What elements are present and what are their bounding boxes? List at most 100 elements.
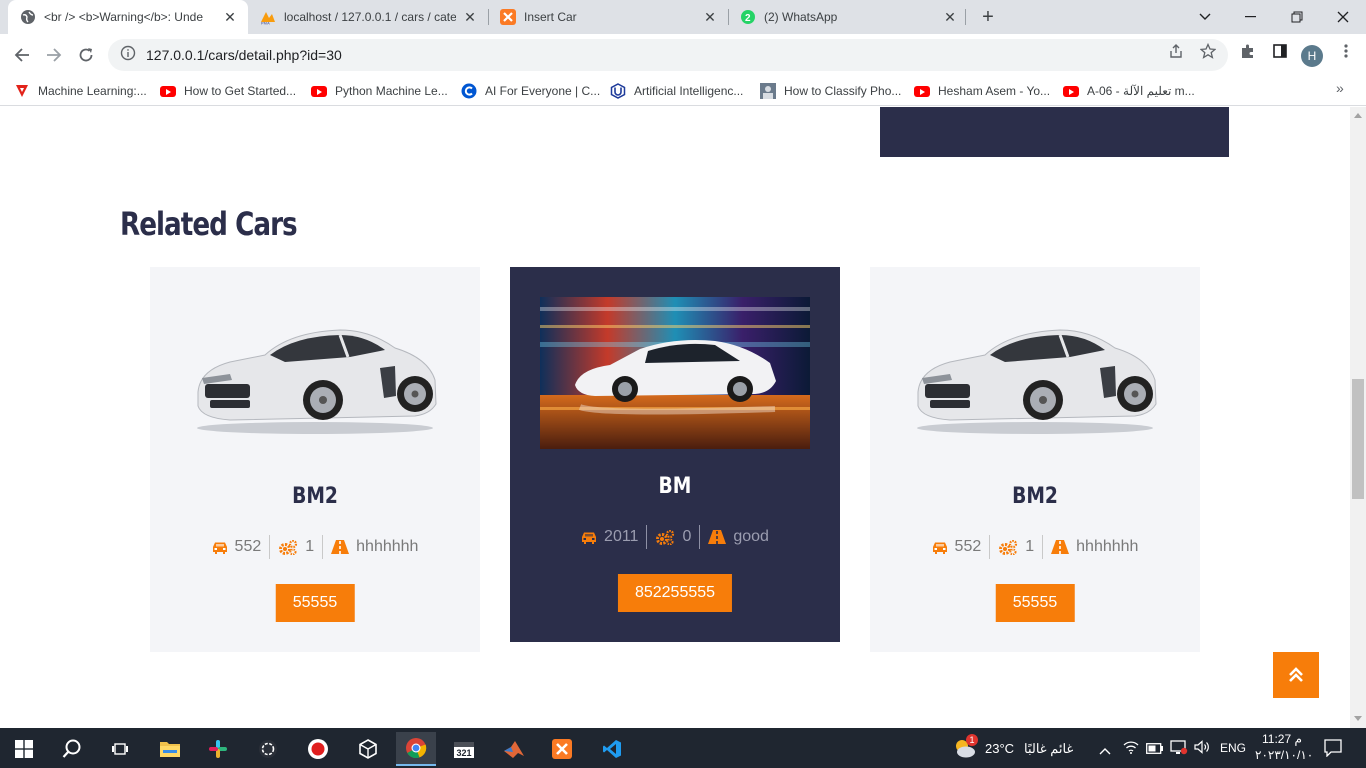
car-icon [582, 532, 597, 544]
youtube-icon [1063, 83, 1079, 99]
tab-title: <br /> <b>Warning</b>: Unde [44, 10, 203, 24]
close-icon[interactable]: ✕ [702, 9, 718, 25]
car-name[interactable]: BM2 [175, 484, 456, 509]
record-icon[interactable] [298, 732, 338, 766]
bookmark-item[interactable]: How to Classify Pho... [760, 82, 901, 100]
bookmark-item[interactable]: Artificial Intelligenc... [610, 82, 743, 100]
chrome-icon[interactable] [396, 732, 436, 766]
tab-title: Insert Car [524, 10, 577, 24]
site-icon [760, 83, 776, 99]
minimize-icon[interactable] [1228, 0, 1274, 34]
car-card[interactable]: BM2 552 1 hhhhhhh 55555 [150, 267, 480, 652]
file-explorer-icon[interactable] [150, 732, 190, 766]
page-viewport: Related Cars BM2 552 1 hhhhhhh 55555 BM … [0, 107, 1350, 728]
tab-search-icon[interactable] [1182, 0, 1228, 34]
tab-title: (2) WhatsApp [764, 10, 838, 24]
car-image[interactable] [910, 322, 1160, 437]
xampp-icon[interactable] [542, 732, 582, 766]
info-icon[interactable] [120, 45, 136, 66]
tab-title: localhost / 127.0.0.1 / cars / cate [284, 10, 456, 24]
scroll-down-icon[interactable] [1354, 716, 1362, 721]
car-card[interactable]: BM2 552 1 hhhhhhh 55555 [870, 267, 1200, 652]
notification-icon[interactable] [1324, 739, 1342, 762]
browser-toolbar: 127.0.0.1/cars/detail.php?id=30 [0, 34, 1366, 76]
bookmark-item[interactable]: A-06 - تعليم الآلة m... [1063, 82, 1195, 100]
display-icon[interactable] [1170, 740, 1188, 760]
car-card[interactable]: BM 2011 0 good 852255555 [510, 267, 840, 642]
tab-warning[interactable]: <br /> <b>Warning</b>: Unde ✕ [8, 0, 248, 34]
volume-icon[interactable] [1194, 740, 1210, 759]
bookmark-item[interactable]: Machine Learning:... [14, 82, 147, 100]
menu-kebab-icon[interactable] [1336, 41, 1356, 61]
road-icon [1051, 540, 1070, 554]
tab-phpmyadmin[interactable]: PMA localhost / 127.0.0.1 / cars / cate … [248, 0, 488, 34]
car-image[interactable] [540, 297, 810, 449]
svg-text:PMA: PMA [261, 21, 270, 26]
extensions-icon[interactable] [1238, 41, 1258, 61]
car-name[interactable]: BM2 [895, 484, 1176, 509]
scroll-up-icon[interactable] [1354, 113, 1362, 118]
price-button[interactable]: 852255555 [617, 574, 733, 612]
car-image[interactable] [190, 322, 440, 437]
spec-year: 552 [924, 535, 990, 559]
new-tab-icon[interactable]: + [976, 5, 1000, 29]
bookmark-item[interactable]: How to Get Started... [160, 82, 296, 100]
address-bar[interactable]: 127.0.0.1/cars/detail.php?id=30 [108, 39, 1228, 71]
spec-value: 2011 [604, 528, 639, 545]
tab-insert-car[interactable]: Insert Car ✕ [488, 0, 728, 34]
price-button[interactable]: 55555 [995, 584, 1075, 622]
language-indicator[interactable]: ENG [1220, 741, 1246, 755]
weather-temp[interactable]: 23°C [985, 741, 1014, 756]
weather-description[interactable]: غائم غالبًا [1024, 741, 1073, 757]
matlab-icon[interactable] [494, 732, 534, 766]
tab-whatsapp[interactable]: 2 (2) WhatsApp ✕ [728, 0, 968, 34]
spec-value: good [733, 528, 769, 545]
share-icon[interactable] [1166, 41, 1186, 61]
chatgpt-icon[interactable] [248, 732, 288, 766]
forward-icon[interactable] [38, 39, 70, 71]
back-to-top-button[interactable] [1273, 652, 1319, 698]
restore-icon[interactable] [1274, 0, 1320, 34]
bookmark-item[interactable]: AI For Everyone | C... [461, 82, 600, 100]
bookmarks-overflow-icon[interactable]: » [1336, 80, 1344, 96]
window-close-icon[interactable] [1320, 0, 1366, 34]
bookmark-item[interactable]: Python Machine Le... [311, 82, 448, 100]
bookmark-star-icon[interactable] [1198, 41, 1218, 61]
bookmark-label: How to Get Started... [184, 84, 297, 98]
weather-icon[interactable]: 1 [952, 734, 978, 760]
chevron-up-icon[interactable] [1099, 742, 1111, 760]
vscode-icon[interactable] [592, 732, 632, 766]
clock-date[interactable]: ٢٠٢٣/١٠/١٠ [1255, 748, 1313, 762]
close-icon[interactable]: ✕ [462, 9, 478, 25]
car-specs: 552 1 hhhhhhh [870, 535, 1200, 559]
battery-icon[interactable] [1146, 741, 1164, 759]
reload-icon[interactable] [70, 39, 102, 71]
start-icon[interactable] [4, 732, 44, 766]
wifi-icon[interactable] [1123, 740, 1139, 759]
spec-value: hhhhhhh [1076, 538, 1139, 555]
url-text: 127.0.0.1/cars/detail.php?id=30 [146, 47, 342, 63]
double-chevron-up-icon [1289, 667, 1303, 682]
side-panel-icon[interactable] [1270, 41, 1290, 61]
close-icon[interactable]: ✕ [222, 9, 238, 25]
calendar-icon[interactable]: 321 [444, 732, 484, 766]
slack-icon[interactable] [198, 732, 238, 766]
scroll-thumb[interactable] [1352, 379, 1364, 499]
profile-avatar[interactable]: H [1301, 45, 1323, 67]
unity-icon[interactable] [348, 732, 388, 766]
back-icon[interactable] [6, 39, 38, 71]
weather-badge: 1 [966, 734, 978, 746]
bookmark-item[interactable]: Hesham Asem - Yo... [914, 82, 1050, 100]
spec-seats: 0 [646, 525, 699, 549]
car-name[interactable]: BM [535, 474, 816, 499]
youtube-icon [160, 83, 176, 99]
bookmark-label: How to Classify Pho... [784, 84, 902, 98]
task-view-icon[interactable] [100, 732, 140, 766]
price-button[interactable]: 55555 [275, 584, 355, 622]
clock-time[interactable]: 11:27 م [1262, 732, 1302, 746]
bookmark-label: Machine Learning:... [38, 84, 147, 98]
close-icon[interactable]: ✕ [942, 9, 958, 25]
search-icon[interactable] [52, 732, 92, 766]
bookmark-label: AI For Everyone | C... [485, 84, 601, 98]
page-scrollbar[interactable] [1350, 107, 1366, 728]
